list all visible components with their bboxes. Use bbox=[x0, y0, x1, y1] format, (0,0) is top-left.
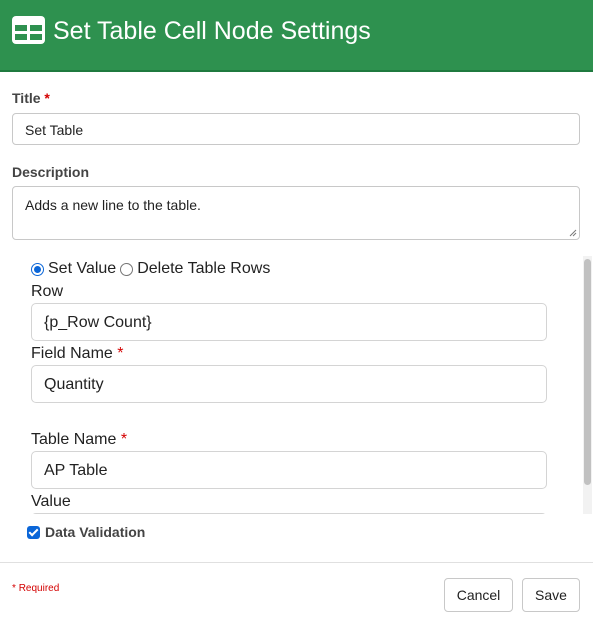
required-asterisk: * bbox=[120, 431, 128, 448]
row-label: Row bbox=[31, 283, 64, 300]
required-note: * Required bbox=[12, 583, 60, 594]
set-value-label[interactable]: Set Value bbox=[48, 260, 116, 278]
delete-table-rows-radio[interactable] bbox=[120, 262, 134, 276]
data-validation-checkbox[interactable] bbox=[27, 525, 40, 539]
save-button[interactable]: Save bbox=[522, 578, 580, 612]
field-name-label: Field Name * bbox=[31, 345, 124, 362]
title-input[interactable]: Set Table bbox=[12, 113, 580, 145]
panel-scrollbar[interactable] bbox=[583, 256, 592, 514]
mode-radio-group: Set Value Delete Table Rows bbox=[31, 260, 270, 278]
table-icon bbox=[12, 16, 45, 44]
data-validation-row: Data Validation bbox=[27, 524, 145, 540]
set-value-radio[interactable] bbox=[31, 262, 44, 276]
field-name-input[interactable]: Quantity bbox=[31, 365, 547, 403]
delete-table-rows-label[interactable]: Delete Table Rows bbox=[137, 260, 270, 278]
operation-panel: Set Value Delete Table Rows Row {p_Row C… bbox=[12, 252, 582, 514]
table-name-input[interactable]: AP Table bbox=[31, 451, 547, 489]
footer-divider bbox=[0, 562, 593, 563]
required-asterisk: * bbox=[44, 90, 50, 106]
description-textarea[interactable]: Adds a new line to the table. bbox=[12, 186, 580, 240]
scrollbar-thumb[interactable] bbox=[584, 259, 591, 485]
data-validation-label[interactable]: Data Validation bbox=[45, 524, 145, 540]
row-input[interactable]: {p_Row Count} bbox=[31, 303, 547, 341]
value-input[interactable] bbox=[31, 513, 547, 514]
required-asterisk: * bbox=[117, 345, 124, 362]
dialog-header: Set Table Cell Node Settings bbox=[0, 0, 593, 72]
value-label: Value bbox=[31, 493, 71, 510]
resize-handle-icon[interactable] bbox=[569, 229, 577, 237]
dialog-title: Set Table Cell Node Settings bbox=[53, 17, 371, 45]
title-label: Title * bbox=[12, 90, 50, 106]
cancel-button[interactable]: Cancel bbox=[444, 578, 513, 612]
table-name-label: Table Name * bbox=[31, 431, 128, 448]
description-label: Description bbox=[12, 164, 90, 180]
